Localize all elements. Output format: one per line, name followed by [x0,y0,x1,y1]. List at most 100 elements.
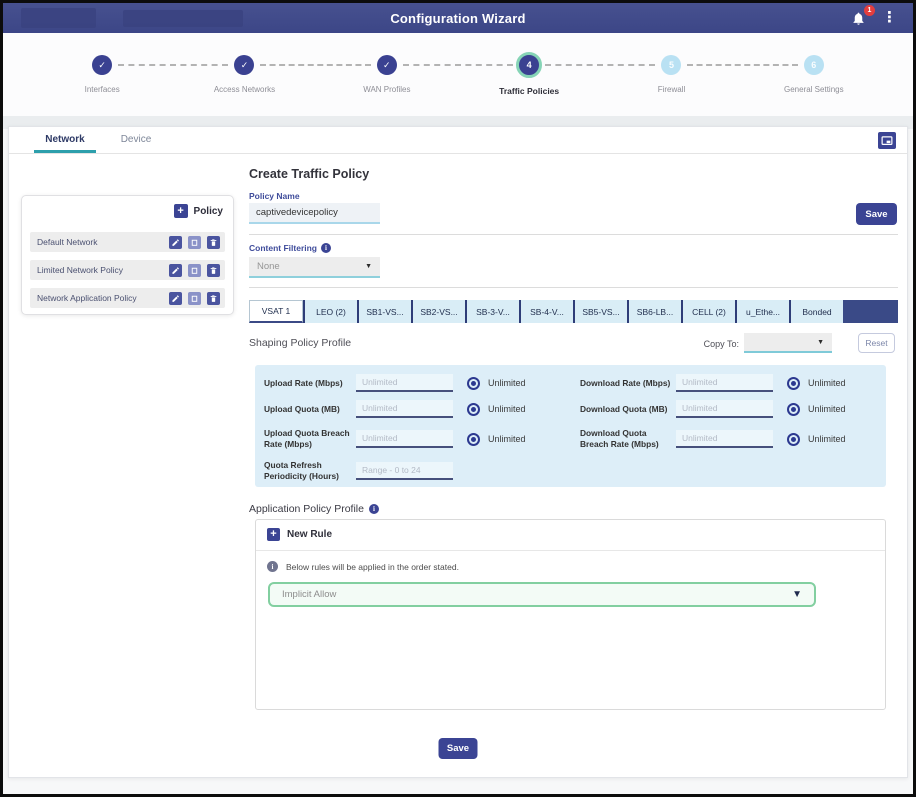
unlimited-radio[interactable] [787,377,800,390]
titlebar: Configuration Wizard 1 ⋮ [3,3,913,33]
wan-tab-cell[interactable]: CELL (2) [681,300,735,323]
step-done-circle: ✓ [377,55,397,75]
wan-tab-sb4[interactable]: SB-4-V... [519,300,573,323]
add-policy-button[interactable]: + Policy [174,204,223,218]
edit-icon[interactable] [169,264,182,277]
divider [249,287,898,288]
rules-info: i Below rules will be applied in the ord… [267,561,459,572]
plus-icon: + [174,204,188,218]
menu-kebab-icon[interactable]: ⋮ [882,6,897,30]
content-filtering-dropdown[interactable]: None ▼ [249,257,380,278]
wan-tabs-filler [843,300,898,323]
new-rule-button[interactable]: + New Rule [267,528,332,541]
delete-icon[interactable] [207,264,220,277]
upload-breach-row: Upload Quota Breach Rate (Mbps) Unlimite… [264,422,574,456]
content-card: Network Device + Policy Default Network [8,126,908,778]
info-icon: i [267,561,278,572]
policy-name-input[interactable] [249,203,380,224]
policy-row-limited-network-policy[interactable]: Limited Network Policy [30,260,225,280]
upload-rate-row: Upload Rate (Mbps) Unlimited [264,370,574,396]
unlimited-radio[interactable] [467,403,480,416]
wan-tab-bonded[interactable]: Bonded [789,300,843,323]
upload-quota-row: Upload Quota (MB) Unlimited [264,396,574,422]
policy-list-panel: + Policy Default Network Limited Network… [21,195,234,315]
check-icon: ✓ [241,60,249,71]
edit-icon[interactable] [169,236,182,249]
download-quota-input[interactable] [676,400,773,418]
download-rate-row: Download Rate (Mbps) Unlimited [580,370,880,396]
wan-profile-tabs: VSAT 1 LEO (2) SB1-VS... SB2-VS... SB-3-… [249,300,898,323]
create-traffic-policy-title: Create Traffic Policy [249,167,369,181]
stepper-step-access-networks[interactable]: ✓ Access Networks [173,55,315,96]
unlimited-radio[interactable] [467,377,480,390]
stepper-step-traffic-policies[interactable]: 4 Traffic Policies [458,55,600,96]
download-rate-input[interactable] [676,374,773,392]
window-button[interactable] [878,132,896,149]
tab-device[interactable]: Device [111,127,161,151]
shaping-policy-panel: Upload Rate (Mbps) Unlimited Upload Quot… [255,365,886,487]
content-filtering-label: Content Filtering i [249,243,331,253]
upload-breach-rate-input[interactable] [356,430,453,448]
save-bottom-button[interactable]: Save [439,738,478,759]
stepper-step-wan-profiles[interactable]: ✓ WAN Profiles [316,55,458,96]
plus-icon: + [267,528,280,541]
step-number: 4 [527,60,532,70]
wan-tab-sb1[interactable]: SB1-VS... [357,300,411,323]
chevron-down-icon: ▼ [792,589,802,600]
wan-tab-sb3[interactable]: SB-3-V... [465,300,519,323]
divider [249,234,898,235]
chevron-down-icon: ▼ [817,339,824,346]
quota-refresh-input[interactable] [356,462,453,480]
info-icon: i [369,504,379,514]
app-window: Configuration Wizard 1 ⋮ ✓ Interfaces ✓ … [0,0,916,797]
step-done-circle: ✓ [92,55,112,75]
policy-row-network-application-policy[interactable]: Network Application Policy [30,288,225,308]
copy-to-dropdown[interactable]: ▼ [744,333,832,353]
save-button[interactable]: Save [856,203,897,225]
divider [256,550,885,551]
shaping-policy-profile-title: Shaping Policy Profile [249,337,351,349]
step-done-circle: ✓ [234,55,254,75]
tab-network[interactable]: Network [34,127,96,151]
step-number: 6 [811,60,816,70]
unlimited-radio[interactable] [467,433,480,446]
notification-badge: 1 [864,5,875,16]
page-title: Configuration Wizard [3,11,913,26]
policy-name-label: Policy Name [249,191,300,201]
wan-tab-leo[interactable]: LEO (2) [303,300,357,323]
download-breach-rate-input[interactable] [676,430,773,448]
stepper-step-interfaces[interactable]: ✓ Interfaces [31,55,173,96]
wan-tab-sb5[interactable]: SB5-VS... [573,300,627,323]
download-breach-row: Download Quota Breach Rate (Mbps) Unlimi… [580,422,880,456]
delete-icon[interactable] [207,292,220,305]
edit-icon[interactable] [169,292,182,305]
check-icon: ✓ [383,60,391,71]
upload-quota-input[interactable] [356,400,453,418]
copy-icon[interactable] [188,292,201,305]
tabs-divider [9,153,907,154]
copy-icon[interactable] [188,264,201,277]
wan-tab-sb2[interactable]: SB2-VS... [411,300,465,323]
copy-icon[interactable] [188,236,201,249]
window-icon [881,135,893,147]
wan-tab-ethernet[interactable]: u_Ethe... [735,300,789,323]
rule-dropdown[interactable]: Implicit Allow ▼ [268,582,816,607]
reset-button[interactable]: Reset [858,333,895,353]
unlimited-radio[interactable] [787,433,800,446]
wan-tab-sb6[interactable]: SB6-LB... [627,300,681,323]
stepper-step-general-settings[interactable]: 6 General Settings [743,55,885,96]
notifications-button[interactable]: 1 [851,7,871,29]
application-policy-profile-title: Application Policy Profile i [249,503,379,515]
step-active-circle: 4 [516,52,542,78]
unlimited-radio[interactable] [787,403,800,416]
policy-row-default-network[interactable]: Default Network [30,232,225,252]
stepper-step-firewall[interactable]: 5 Firewall [600,55,742,96]
application-rules-panel: + New Rule i Below rules will be applied… [255,519,886,710]
wan-tab-vsat1[interactable]: VSAT 1 [249,300,303,323]
step-todo-circle: 5 [661,55,681,75]
upload-rate-input[interactable] [356,374,453,392]
chevron-down-icon: ▼ [365,263,372,270]
delete-icon[interactable] [207,236,220,249]
copy-to-label: Copy To: [704,339,739,349]
download-quota-row: Download Quota (MB) Unlimited [580,396,880,422]
